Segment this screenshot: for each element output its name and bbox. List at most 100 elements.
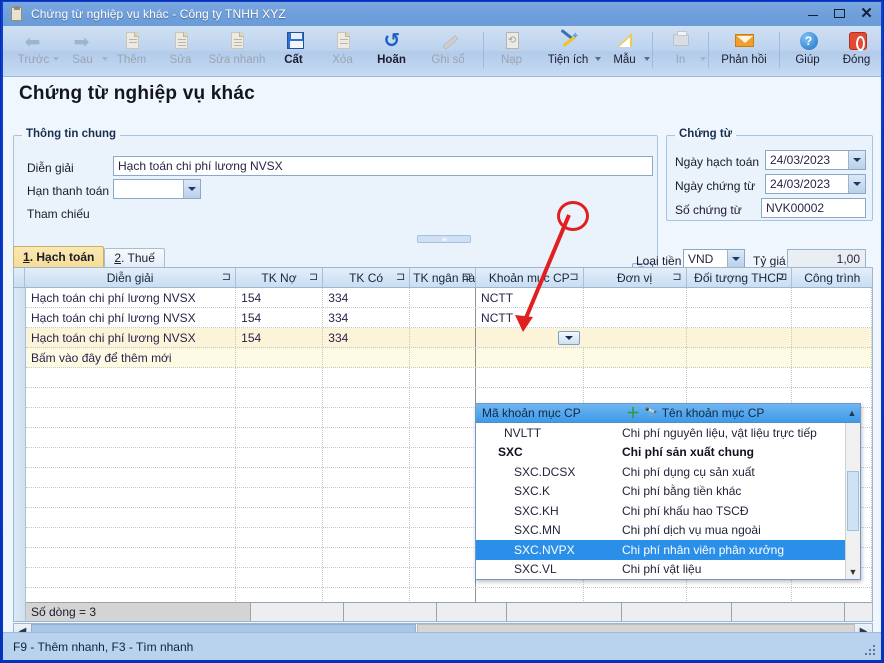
toolbar-button-hoan[interactable]: ↺ Hoãn [367,26,416,75]
cell-doi-tuong-thcp[interactable] [687,288,793,307]
toolbar-button-phan-hoi[interactable]: Phản hồi [712,26,776,75]
grid-col-tk-no[interactable]: TK Nợ ⊐ [236,268,324,287]
cell-dien-giai[interactable]: Hạch toán chi phí lương NVSX [26,288,237,307]
cell-tk-no[interactable]: 154 [236,328,324,347]
binoculars-icon[interactable]: 🔭 [644,407,662,420]
cell-don-vi[interactable] [584,308,687,327]
cell-khoan-muc-cp[interactable]: NCTT [476,288,584,307]
minimize-icon[interactable] [804,5,821,21]
grid-col-tk-co[interactable]: TK Có ⊐ [323,268,411,287]
col-label: Đơn vị [617,270,653,285]
cell-don-vi[interactable] [584,288,687,307]
grid-col-cong-trinh[interactable]: Công trình [792,268,872,287]
dien-giai-input[interactable]: Hạch toán chi phí lương NVSX [113,156,653,176]
chevron-down-icon[interactable] [183,180,200,198]
scroll-thumb[interactable] [847,471,859,531]
cell-tk-co[interactable]: 334 [323,308,411,327]
list-item[interactable]: SXC Chi phí sản xuất chung [476,443,845,463]
cell-dien-giai[interactable]: Hạch toán chi phí lương NVSX [26,308,237,327]
toolbar-button-sau[interactable]: ➡ Sau [58,26,108,75]
list-item[interactable]: SXC.KH Chi phí khấu hao TSCĐ [476,501,845,521]
cell-tk-co[interactable]: 334 [323,288,411,307]
pin-icon[interactable]: ⊐ [462,271,471,283]
table-row[interactable]: Hạch toán chi phí lương NVSX 154 334 NCT… [26,288,872,308]
chevron-down-icon[interactable] [848,151,865,169]
toolbar-button-cat[interactable]: Cất [269,26,318,75]
list-item-selected[interactable]: SXC.NVPX Chi phí nhân viên phân xưởng [476,540,845,560]
pin-icon[interactable]: ⊐ [222,271,231,283]
pin-icon[interactable]: ⊐ [309,271,318,283]
toolbar-label: Ghi sổ [431,54,465,66]
grid-col-tk-ngan-hang[interactable]: TK ngân hà ⊐ [410,268,476,287]
toolbar-button-dong[interactable]: Đóng [832,26,881,75]
cell-tk-ngan-hang[interactable] [410,328,477,347]
resize-gripper[interactable] [865,645,877,657]
ngay-chung-tu-datepicker[interactable]: 24/03/2023 [765,174,866,194]
cell-tk-no[interactable]: 154 [236,308,324,327]
cell-tk-no[interactable]: 154 [236,288,324,307]
sort-asc-icon[interactable]: ▲ [844,408,860,418]
pin-icon[interactable]: ⊐ [569,271,578,283]
tab-hach-toan[interactable]: 1. Hạch toán [13,246,105,267]
dropdown-vertical-scrollbar[interactable]: ▼ [845,423,860,579]
dropdown-col-ma[interactable]: Mã khoản mục CP [476,406,622,420]
toolbar-button-xoa[interactable]: Xóa [318,26,367,75]
toolbar-button-tien-ich[interactable]: ✦ Tiện ích [536,26,601,75]
grid-col-doi-tuong-thcp[interactable]: Đối tượng THCP ⊐ [687,268,793,287]
toolbar-button-ghi-so[interactable]: Ghi sổ [416,26,480,75]
panel-splitter[interactable] [417,235,471,243]
cell-cong-trinh[interactable] [792,328,872,347]
list-item[interactable]: SXC.VL Chi phí vật liệu [476,560,845,580]
list-item[interactable]: SXC.MN Chi phí dịch vụ mua ngoài [476,521,845,541]
cell-dien-giai[interactable]: Hạch toán chi phí lương NVSX [26,328,237,347]
grid-col-khoan-muc-cp[interactable]: Khoản mục CP ⊐ [476,268,584,287]
close-icon[interactable]: ✕ [858,5,875,21]
cell-don-vi[interactable] [584,328,687,347]
so-chung-tu-input[interactable]: NVK00002 [761,198,866,218]
pin-icon[interactable]: ⊐ [396,271,405,283]
han-thanh-toan-combo[interactable] [113,179,201,199]
list-item[interactable]: NVLTT Chi phí nguyên liệu, vật liệu trực… [476,423,845,443]
maximize-icon[interactable] [831,5,848,21]
cell-doi-tuong-thcp[interactable] [687,308,793,327]
table-row[interactable]: Hạch toán chi phí lương NVSX 154 334 [26,328,872,348]
cell-cong-trinh[interactable] [792,288,872,307]
toolbar-button-mau[interactable]: Mẫu [600,26,650,75]
toolbar-button-them[interactable]: Thêm [107,26,156,75]
pin-icon[interactable]: ⊐ [778,271,787,283]
grid-col-dien-giai[interactable]: Diễn giải ⊐ [25,268,236,287]
new-row-hint[interactable]: Bấm vào đây để thêm mới [26,348,237,367]
toolbar-button-nap[interactable]: ⟲ Nạp [487,26,536,75]
dropdown-col-ten[interactable]: Tên khoản mục CP [662,406,844,420]
toolbar-button-sua[interactable]: Sửa [156,26,205,75]
ngay-hach-toan-value: 24/03/2023 [770,153,831,167]
plus-icon[interactable]: ＋ [622,403,644,423]
toolbar-button-in[interactable]: In [656,26,706,75]
toolbar-button-sua-nhanh[interactable]: Sửa nhanh [205,26,269,75]
khoan-muc-cp-dropdown-popup[interactable]: Mã khoản mục CP ＋ 🔭 Tên khoản mục CP ▲ N… [475,403,861,580]
tab-thue[interactable]: 2. Thuế [104,248,165,267]
pin-icon[interactable]: ⊐ [672,271,681,283]
grid-col-don-vi[interactable]: Đơn vị ⊐ [584,268,687,287]
cell-tk-co[interactable]: 334 [323,328,411,347]
cell-khoan-muc-cp-editing[interactable] [476,328,584,347]
cell-tk-ngan-hang[interactable] [410,308,477,327]
grid-new-row[interactable]: Bấm vào đây để thêm mới [26,348,872,368]
table-row[interactable]: Hạch toán chi phí lương NVSX 154 334 NCT… [26,308,872,328]
cell-doi-tuong-thcp[interactable] [687,328,793,347]
cell-tk-ngan-hang[interactable] [410,288,477,307]
ngay-hach-toan-datepicker[interactable]: 24/03/2023 [765,150,866,170]
toolbar-button-truoc[interactable]: ⬅ Trước [9,26,59,75]
khoan-muc-cp-dropdown-button[interactable] [557,331,580,345]
list-item[interactable]: SXC.K Chi phí bằng tiền khác [476,482,845,502]
chevron-down-icon[interactable] [727,250,744,267]
cell-khoan-muc-cp[interactable]: NCTT [476,308,584,327]
scroll-down-icon[interactable]: ▼ [846,564,860,579]
list-item[interactable]: SXC.DCSX Chi phí dụng cụ sản xuất [476,462,845,482]
cell-cong-trinh[interactable] [792,308,872,327]
toolbar-button-giup[interactable]: ? Giúp [783,26,832,75]
loai-tien-combo[interactable]: VND [683,249,745,268]
chevron-down-icon[interactable] [644,57,650,61]
chevron-down-icon[interactable] [848,175,865,193]
chevron-down-icon[interactable] [700,57,706,61]
